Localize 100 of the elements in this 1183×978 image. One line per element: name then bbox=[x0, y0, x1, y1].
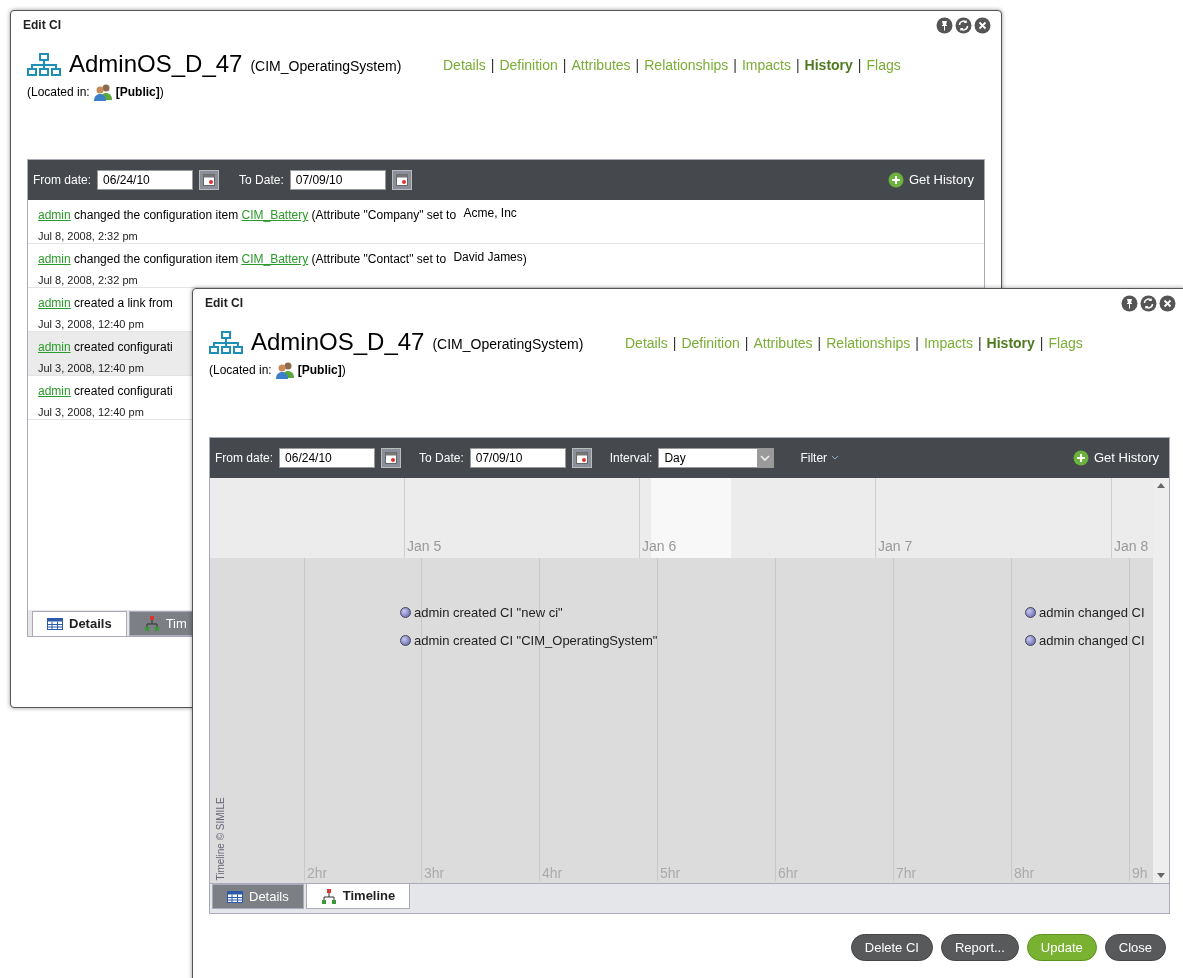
history-detail: (Attribute "Company" set to bbox=[311, 208, 457, 222]
people-icon bbox=[274, 361, 295, 379]
separator: | bbox=[977, 334, 982, 353]
interval-label: Interval: bbox=[609, 450, 653, 467]
nav-link[interactable]: Impacts bbox=[741, 54, 791, 76]
attribute-value: Acme, Inc bbox=[463, 206, 517, 220]
nav-link[interactable]: Details bbox=[625, 332, 668, 354]
history-time: Jul 8, 2008, 2:32 pm bbox=[38, 229, 138, 244]
nav-link[interactable]: Relationships bbox=[644, 54, 729, 76]
ci-link[interactable]: CIM_Battery bbox=[241, 252, 309, 266]
hierarchy-icon bbox=[27, 53, 61, 77]
table-icon bbox=[227, 890, 243, 903]
get-history-button[interactable]: Get History bbox=[888, 170, 974, 190]
located-close: ) bbox=[341, 362, 346, 379]
event-label[interactable]: admin created CI "new ci" bbox=[414, 603, 563, 623]
history-time: Jul 3, 2008, 12:40 pm bbox=[38, 317, 144, 332]
separator: | bbox=[733, 56, 737, 75]
user-link[interactable]: admin bbox=[38, 384, 71, 398]
date-field[interactable]: 07/09/10 bbox=[289, 170, 386, 190]
refresh-icon[interactable] bbox=[1140, 294, 1157, 312]
nav-link[interactable]: Flags bbox=[1048, 332, 1083, 354]
separator: | bbox=[795, 56, 800, 75]
history-action: created configurati bbox=[74, 384, 173, 398]
nav-link[interactable]: Definition bbox=[681, 332, 740, 354]
location-link[interactable]: [Public] bbox=[297, 361, 342, 379]
from-date-label: From date: bbox=[215, 450, 274, 467]
date-field[interactable]: 07/09/10 bbox=[469, 448, 566, 468]
scroll-up-icon[interactable] bbox=[1157, 482, 1165, 488]
dialog-button[interactable]: Update bbox=[1026, 934, 1097, 961]
timeline-credit: Timeline © SIMILE bbox=[213, 796, 227, 881]
history-action: changed the configuration item bbox=[74, 252, 239, 266]
user-link[interactable]: admin bbox=[38, 252, 71, 266]
window-title: Edit CI bbox=[205, 295, 243, 312]
calendar-button[interactable] bbox=[199, 170, 220, 190]
separator: | bbox=[672, 334, 677, 353]
history-detail: (Attribute "Contact" set to bbox=[311, 252, 447, 266]
event-label[interactable]: admin changed CI bbox=[1039, 631, 1145, 651]
ci-class: (CIM_OperatingSystem) bbox=[250, 57, 402, 76]
user-link[interactable]: admin bbox=[38, 208, 71, 222]
calendar-button[interactable] bbox=[571, 448, 592, 468]
calendar-button[interactable] bbox=[391, 170, 412, 190]
dialog-button[interactable]: Report... bbox=[940, 934, 1019, 961]
located-label: (Located in: bbox=[209, 362, 272, 379]
dialog-button[interactable]: Delete CI bbox=[850, 934, 933, 961]
nav-link[interactable]: Impacts bbox=[923, 332, 973, 354]
nav-link[interactable]: Relationships bbox=[826, 332, 911, 354]
ci-link[interactable]: CIM_Battery bbox=[241, 208, 309, 222]
nav-link[interactable]: Flags bbox=[866, 54, 901, 76]
tab[interactable]: Details bbox=[32, 611, 127, 636]
from-date-label: From date: bbox=[33, 172, 92, 189]
day-label: Jan 6 bbox=[641, 537, 677, 556]
event-label[interactable]: admin changed CI bbox=[1039, 603, 1145, 623]
nav-link[interactable]: Attributes bbox=[753, 332, 813, 354]
event-label[interactable]: admin created CI "CIM_OperatingSystem" bbox=[414, 631, 658, 651]
hierarchy-icon bbox=[320, 888, 337, 904]
history-time: Jul 3, 2008, 12:40 pm bbox=[38, 361, 144, 376]
nav-link[interactable]: History bbox=[804, 54, 853, 76]
tab[interactable]: Details bbox=[212, 884, 304, 909]
tab[interactable]: Timeline bbox=[305, 884, 411, 909]
separator: | bbox=[915, 334, 919, 353]
caret-icon bbox=[831, 455, 840, 461]
date-field[interactable]: 06/24/10 bbox=[279, 448, 376, 468]
ci-class: (CIM_OperatingSystem) bbox=[432, 335, 584, 354]
plus-icon bbox=[888, 172, 904, 188]
pin-icon[interactable] bbox=[1121, 294, 1138, 312]
separator: | bbox=[857, 56, 862, 75]
history-time: Jul 3, 2008, 12:40 pm bbox=[38, 405, 144, 420]
nav-link[interactable]: History bbox=[986, 332, 1035, 354]
date-field[interactable]: 06/24/10 bbox=[97, 170, 194, 190]
scroll-down-icon[interactable] bbox=[1157, 873, 1165, 879]
filter-button[interactable]: Filter bbox=[800, 449, 840, 467]
nav-link[interactable]: Definition bbox=[499, 54, 558, 76]
nav-link[interactable]: Details bbox=[443, 54, 486, 76]
day-label: Jan 7 bbox=[877, 537, 913, 556]
refresh-icon[interactable] bbox=[955, 16, 972, 34]
user-link[interactable]: admin bbox=[38, 340, 71, 354]
interval-dropdown[interactable]: Day bbox=[658, 448, 775, 468]
ci-name: AdminOS_D_47 bbox=[69, 51, 243, 77]
history-action: created configurati bbox=[74, 340, 173, 354]
separator: | bbox=[635, 56, 640, 75]
user-link[interactable]: admin bbox=[38, 296, 71, 310]
close-icon[interactable] bbox=[974, 16, 991, 34]
close-icon[interactable] bbox=[1159, 294, 1176, 312]
calendar-button[interactable] bbox=[381, 448, 402, 468]
history-action: created a link from bbox=[74, 296, 173, 310]
day-label: Jan 5 bbox=[406, 537, 442, 556]
pin-icon[interactable] bbox=[936, 16, 953, 34]
history-detail: ) bbox=[522, 252, 527, 266]
separator: | bbox=[817, 334, 822, 353]
history-action: changed the configuration item bbox=[74, 208, 239, 222]
separator: | bbox=[744, 334, 749, 353]
scrollbar[interactable] bbox=[1153, 478, 1169, 883]
get-history-button[interactable]: Get History bbox=[1073, 448, 1159, 468]
nav-link[interactable]: Attributes bbox=[571, 54, 631, 76]
separator: | bbox=[490, 56, 495, 75]
to-date-label: To Date: bbox=[419, 450, 464, 467]
separator: | bbox=[562, 56, 567, 75]
attribute-value: David James bbox=[453, 250, 523, 264]
location-link[interactable]: [Public] bbox=[115, 83, 160, 101]
dialog-button[interactable]: Close bbox=[1104, 934, 1166, 961]
